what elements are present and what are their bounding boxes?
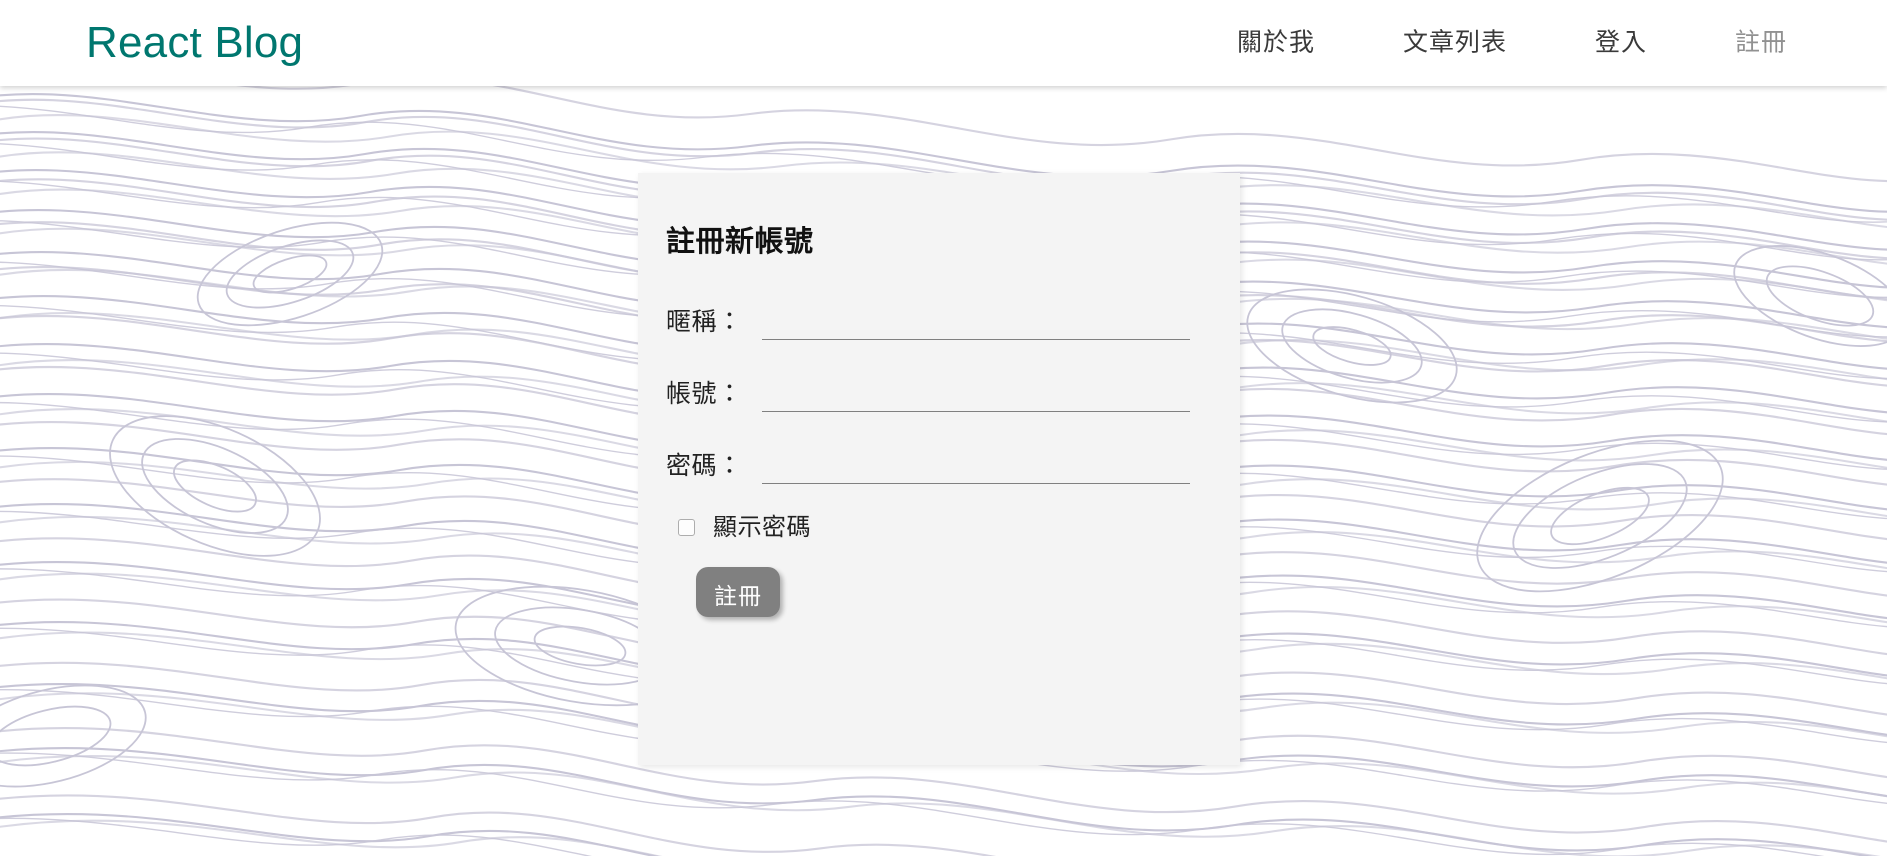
field-row-username: 帳號： [666, 372, 1206, 418]
show-password-label[interactable]: 顯示密碼 [713, 515, 811, 540]
field-row-password: 密碼： [666, 444, 1206, 490]
password-label: 密碼： [666, 452, 743, 481]
page-root: React Blog 關於我 文章列表 登入 註冊 註冊新帳號 暱稱： 帳號： … [0, 0, 1887, 856]
nickname-label: 暱稱： [666, 308, 743, 337]
nav-link-posts[interactable]: 文章列表 [1403, 30, 1507, 56]
submit-button-wrap: 註冊 [696, 567, 780, 617]
register-card: 註冊新帳號 暱稱： 帳號： 密碼： 顯示密碼 註冊 [638, 173, 1240, 765]
main-navigation: 關於我 文章列表 登入 註冊 [1237, 30, 1787, 56]
site-header: React Blog 關於我 文章列表 登入 註冊 [0, 0, 1887, 86]
field-row-nickname: 暱稱： [666, 300, 1206, 346]
nav-link-about[interactable]: 關於我 [1237, 30, 1315, 56]
register-submit-button[interactable]: 註冊 [696, 567, 780, 617]
brand-logo[interactable]: React Blog [86, 21, 303, 65]
password-input[interactable] [762, 449, 1190, 484]
nickname-input[interactable] [762, 305, 1190, 340]
show-password-checkbox[interactable] [678, 519, 695, 537]
username-input[interactable] [762, 377, 1190, 412]
nav-link-login[interactable]: 登入 [1595, 30, 1647, 56]
nav-link-register[interactable]: 註冊 [1735, 30, 1787, 56]
show-password-row: 顯示密碼 [678, 515, 1206, 540]
username-label: 帳號： [666, 380, 743, 409]
card-title: 註冊新帳號 [666, 226, 814, 258]
